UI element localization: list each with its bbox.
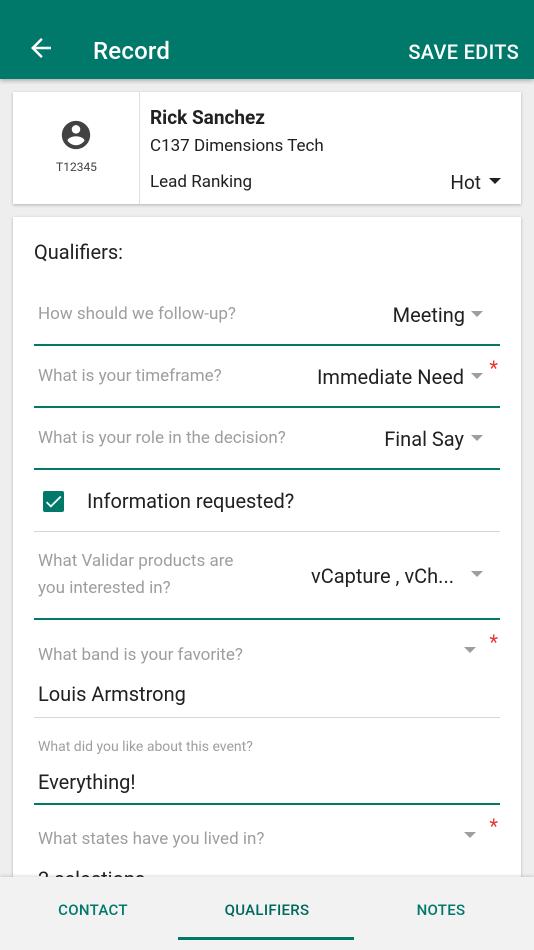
app-bar: Record SAVE EDITS	[0, 0, 534, 79]
role-question: What is your role in the decision?	[38, 428, 286, 448]
page-title: Record	[93, 37, 171, 65]
timeframe-question: What is your timeframe?	[38, 366, 222, 386]
required-indicator: *	[489, 630, 498, 654]
band-field[interactable]: What band is your favorite? * Louis Arms…	[34, 620, 500, 718]
tab-qualifiers[interactable]: QUALIFIERS	[178, 877, 356, 950]
states-question: What states have you lived in?	[38, 829, 265, 849]
required-indicator: *	[489, 814, 498, 838]
lead-ranking-value: Hot	[450, 171, 481, 194]
tab-label: QUALIFIERS	[224, 901, 310, 919]
chevron-down-icon	[471, 373, 483, 379]
role-value: Final Say	[384, 427, 464, 451]
info-requested-label: Information requested?	[87, 489, 295, 513]
chevron-down-icon[interactable]	[464, 647, 476, 653]
band-value: Louis Armstrong	[38, 682, 186, 706]
contact-id: T12345	[56, 160, 97, 174]
active-tab-indicator	[178, 937, 354, 940]
bottom-tab-bar: CONTACT QUALIFIERS NOTES	[0, 877, 534, 950]
lead-ranking-select[interactable]: Hot	[431, 168, 501, 198]
chevron-down-icon[interactable]	[464, 832, 476, 838]
required-indicator: *	[489, 356, 498, 380]
followup-value: Meeting	[392, 303, 465, 327]
chevron-down-icon	[471, 571, 483, 577]
timeframe-value: Immediate Need	[316, 365, 464, 389]
followup-select[interactable]: How should we follow-up? Meeting	[34, 285, 500, 346]
band-question: What band is your favorite?	[38, 645, 243, 665]
contact-name: Rick Sanchez	[150, 106, 265, 129]
tab-label: NOTES	[416, 901, 466, 919]
products-value: vCapture , vCh...	[311, 564, 454, 588]
qualifiers-heading: Qualifiers:	[34, 240, 124, 264]
info-requested-checkbox[interactable]: Information requested?	[34, 470, 500, 532]
check-icon	[45, 495, 62, 508]
chevron-down-icon	[471, 435, 483, 441]
role-select[interactable]: What is your role in the decision? Final…	[34, 408, 500, 470]
products-question-line2: you interested in?	[38, 578, 171, 598]
tab-notes[interactable]: NOTES	[352, 877, 530, 950]
contact-company: C137 Dimensions Tech	[150, 136, 324, 156]
followup-question: How should we follow-up?	[38, 304, 236, 324]
liked-question: What did you like about this event?	[38, 739, 253, 755]
liked-value: Everything!	[38, 770, 136, 794]
qualifiers-form: Qualifiers: How should we follow-up? Mee…	[13, 217, 521, 917]
contact-card: T12345 Rick Sanchez C137 Dimensions Tech…	[13, 92, 521, 204]
account-circle-icon	[61, 120, 91, 150]
save-edits-button[interactable]: SAVE EDITS	[408, 40, 519, 64]
chevron-down-icon	[471, 311, 483, 317]
avatar-cell: T12345	[13, 92, 140, 204]
checkbox-checked-icon[interactable]	[43, 491, 64, 512]
lead-ranking-label: Lead Ranking	[150, 172, 253, 192]
tab-contact[interactable]: CONTACT	[4, 877, 182, 950]
arrow-back-icon[interactable]	[26, 33, 56, 63]
timeframe-select[interactable]: What is your timeframe? Immediate Need *	[34, 346, 500, 408]
liked-field[interactable]: What did you like about this event? Ever…	[34, 718, 500, 805]
products-question-line1: What Validar products are	[38, 551, 234, 571]
tab-label: CONTACT	[58, 901, 128, 919]
products-select[interactable]: What Validar products are you interested…	[34, 532, 500, 620]
dropdown-arrow-icon	[489, 178, 501, 184]
